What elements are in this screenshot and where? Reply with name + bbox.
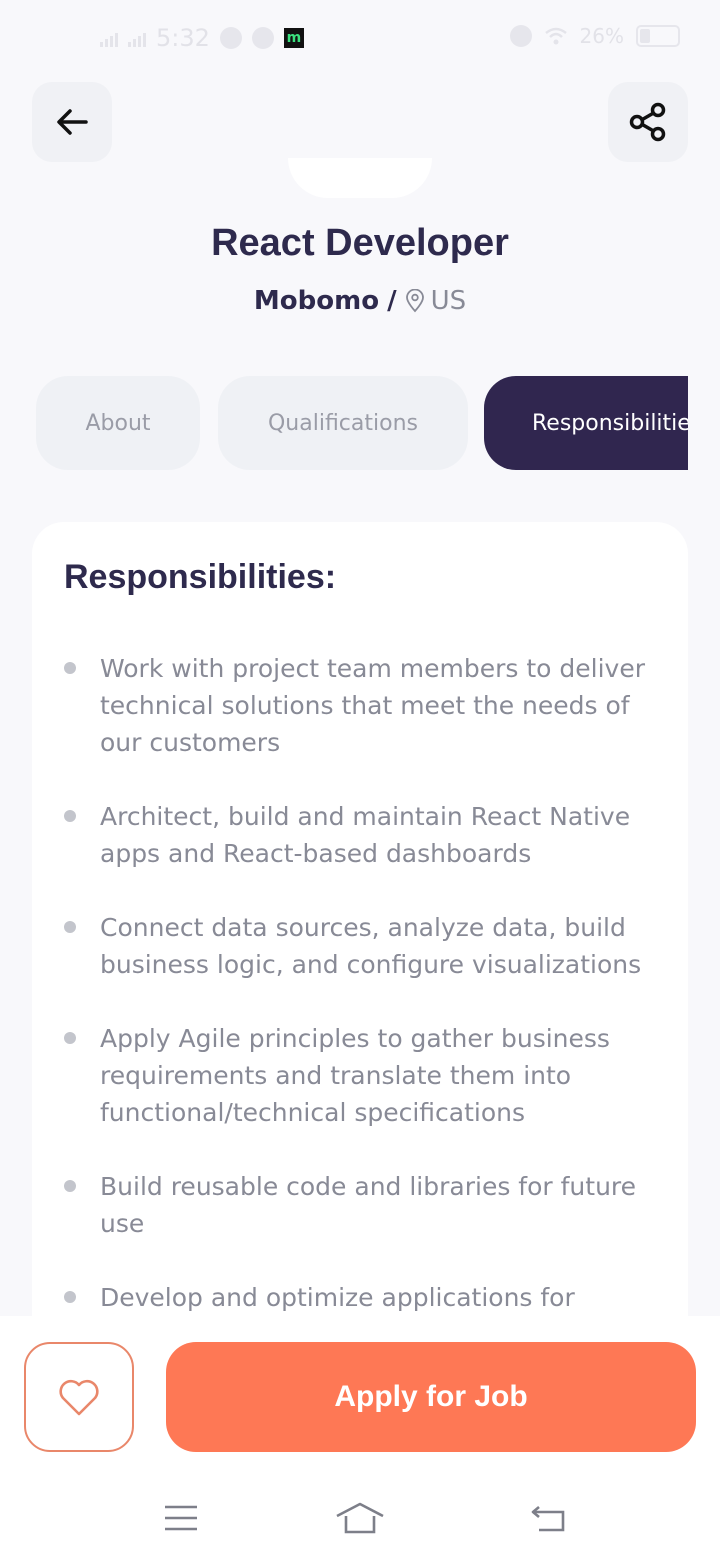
bullet-icon — [64, 1180, 76, 1192]
list-item: Apply Agile principles to gather busines… — [32, 1020, 688, 1131]
tab-about[interactable]: About — [36, 376, 200, 470]
tab-bar: About Qualifications Responsibilities — [0, 376, 688, 472]
battery-percent: 26% — [579, 24, 624, 48]
bullet-icon — [64, 662, 76, 674]
notification-icon — [219, 27, 242, 49]
tab-responsibilities[interactable]: Responsibilities — [484, 376, 688, 470]
responsibilities-list: Work with project team members to delive… — [32, 650, 688, 1353]
separator: / — [387, 286, 397, 316]
signal-icon — [100, 29, 118, 47]
job-title: React Developer — [211, 222, 509, 264]
company-name: Mobomo — [253, 286, 380, 316]
heart-icon — [59, 1379, 99, 1416]
share-button[interactable] — [608, 82, 688, 162]
responsibilities-card: Responsibilities: Work with project team… — [32, 522, 688, 1422]
app-notification-icon: m — [283, 28, 304, 48]
wifi-icon — [544, 27, 567, 45]
location-pin-icon — [405, 289, 424, 313]
job-detail-screen: 5:32 m 26% React Developer Mobomo / US A… — [0, 0, 720, 1560]
nav-menu-button[interactable] — [156, 1498, 206, 1538]
bullet-icon — [64, 1291, 76, 1303]
menu-icon — [165, 1505, 197, 1531]
list-item-text: Work with project team members to delive… — [100, 654, 645, 757]
share-icon — [629, 102, 666, 142]
tab-qualifications[interactable]: Qualifications — [218, 376, 468, 470]
company-logo — [288, 158, 432, 198]
list-item: Work with project team members to delive… — [32, 650, 688, 761]
list-item: Connect data sources, analyze data, buil… — [32, 909, 688, 983]
list-item: Develop and optimize applications for — [32, 1279, 688, 1316]
job-subline: Mobomo / US — [0, 286, 720, 316]
location-text: US — [430, 286, 467, 316]
favorite-button[interactable] — [24, 1342, 134, 1452]
system-nav-bar — [0, 1476, 720, 1560]
list-item: Architect, build and maintain React Nati… — [32, 798, 688, 872]
list-item-text: Connect data sources, analyze data, buil… — [100, 913, 642, 979]
location: US — [405, 286, 467, 316]
list-item-text: Develop and optimize applications for — [100, 1283, 575, 1312]
alarm-icon — [509, 25, 532, 47]
bullet-icon — [64, 1032, 76, 1044]
battery-icon — [636, 25, 680, 47]
list-item-text: Apply Agile principles to gather busines… — [100, 1024, 610, 1127]
signal-icon-2 — [128, 29, 146, 47]
apply-button[interactable]: Apply for Job — [166, 1342, 696, 1452]
bottom-action-bar: Apply for Job — [0, 1316, 720, 1560]
list-item-text: Architect, build and maintain React Nati… — [100, 802, 631, 868]
section-heading: Responsibilities: — [64, 558, 337, 596]
back-nav-icon — [531, 1506, 565, 1532]
status-time: 5:32 — [156, 24, 210, 52]
arrow-left-icon — [57, 109, 88, 135]
bullet-icon — [64, 810, 76, 822]
home-icon — [336, 1502, 384, 1534]
list-item: Build reusable code and libraries for fu… — [32, 1168, 688, 1242]
list-item-text: Build reusable code and libraries for fu… — [100, 1172, 637, 1238]
back-button[interactable] — [32, 82, 112, 162]
nav-home-button[interactable] — [335, 1498, 385, 1538]
bullet-icon — [64, 921, 76, 933]
shield-icon — [251, 27, 274, 49]
status-bar: 5:32 m 26% — [0, 0, 720, 76]
nav-back-button[interactable] — [524, 1498, 574, 1538]
